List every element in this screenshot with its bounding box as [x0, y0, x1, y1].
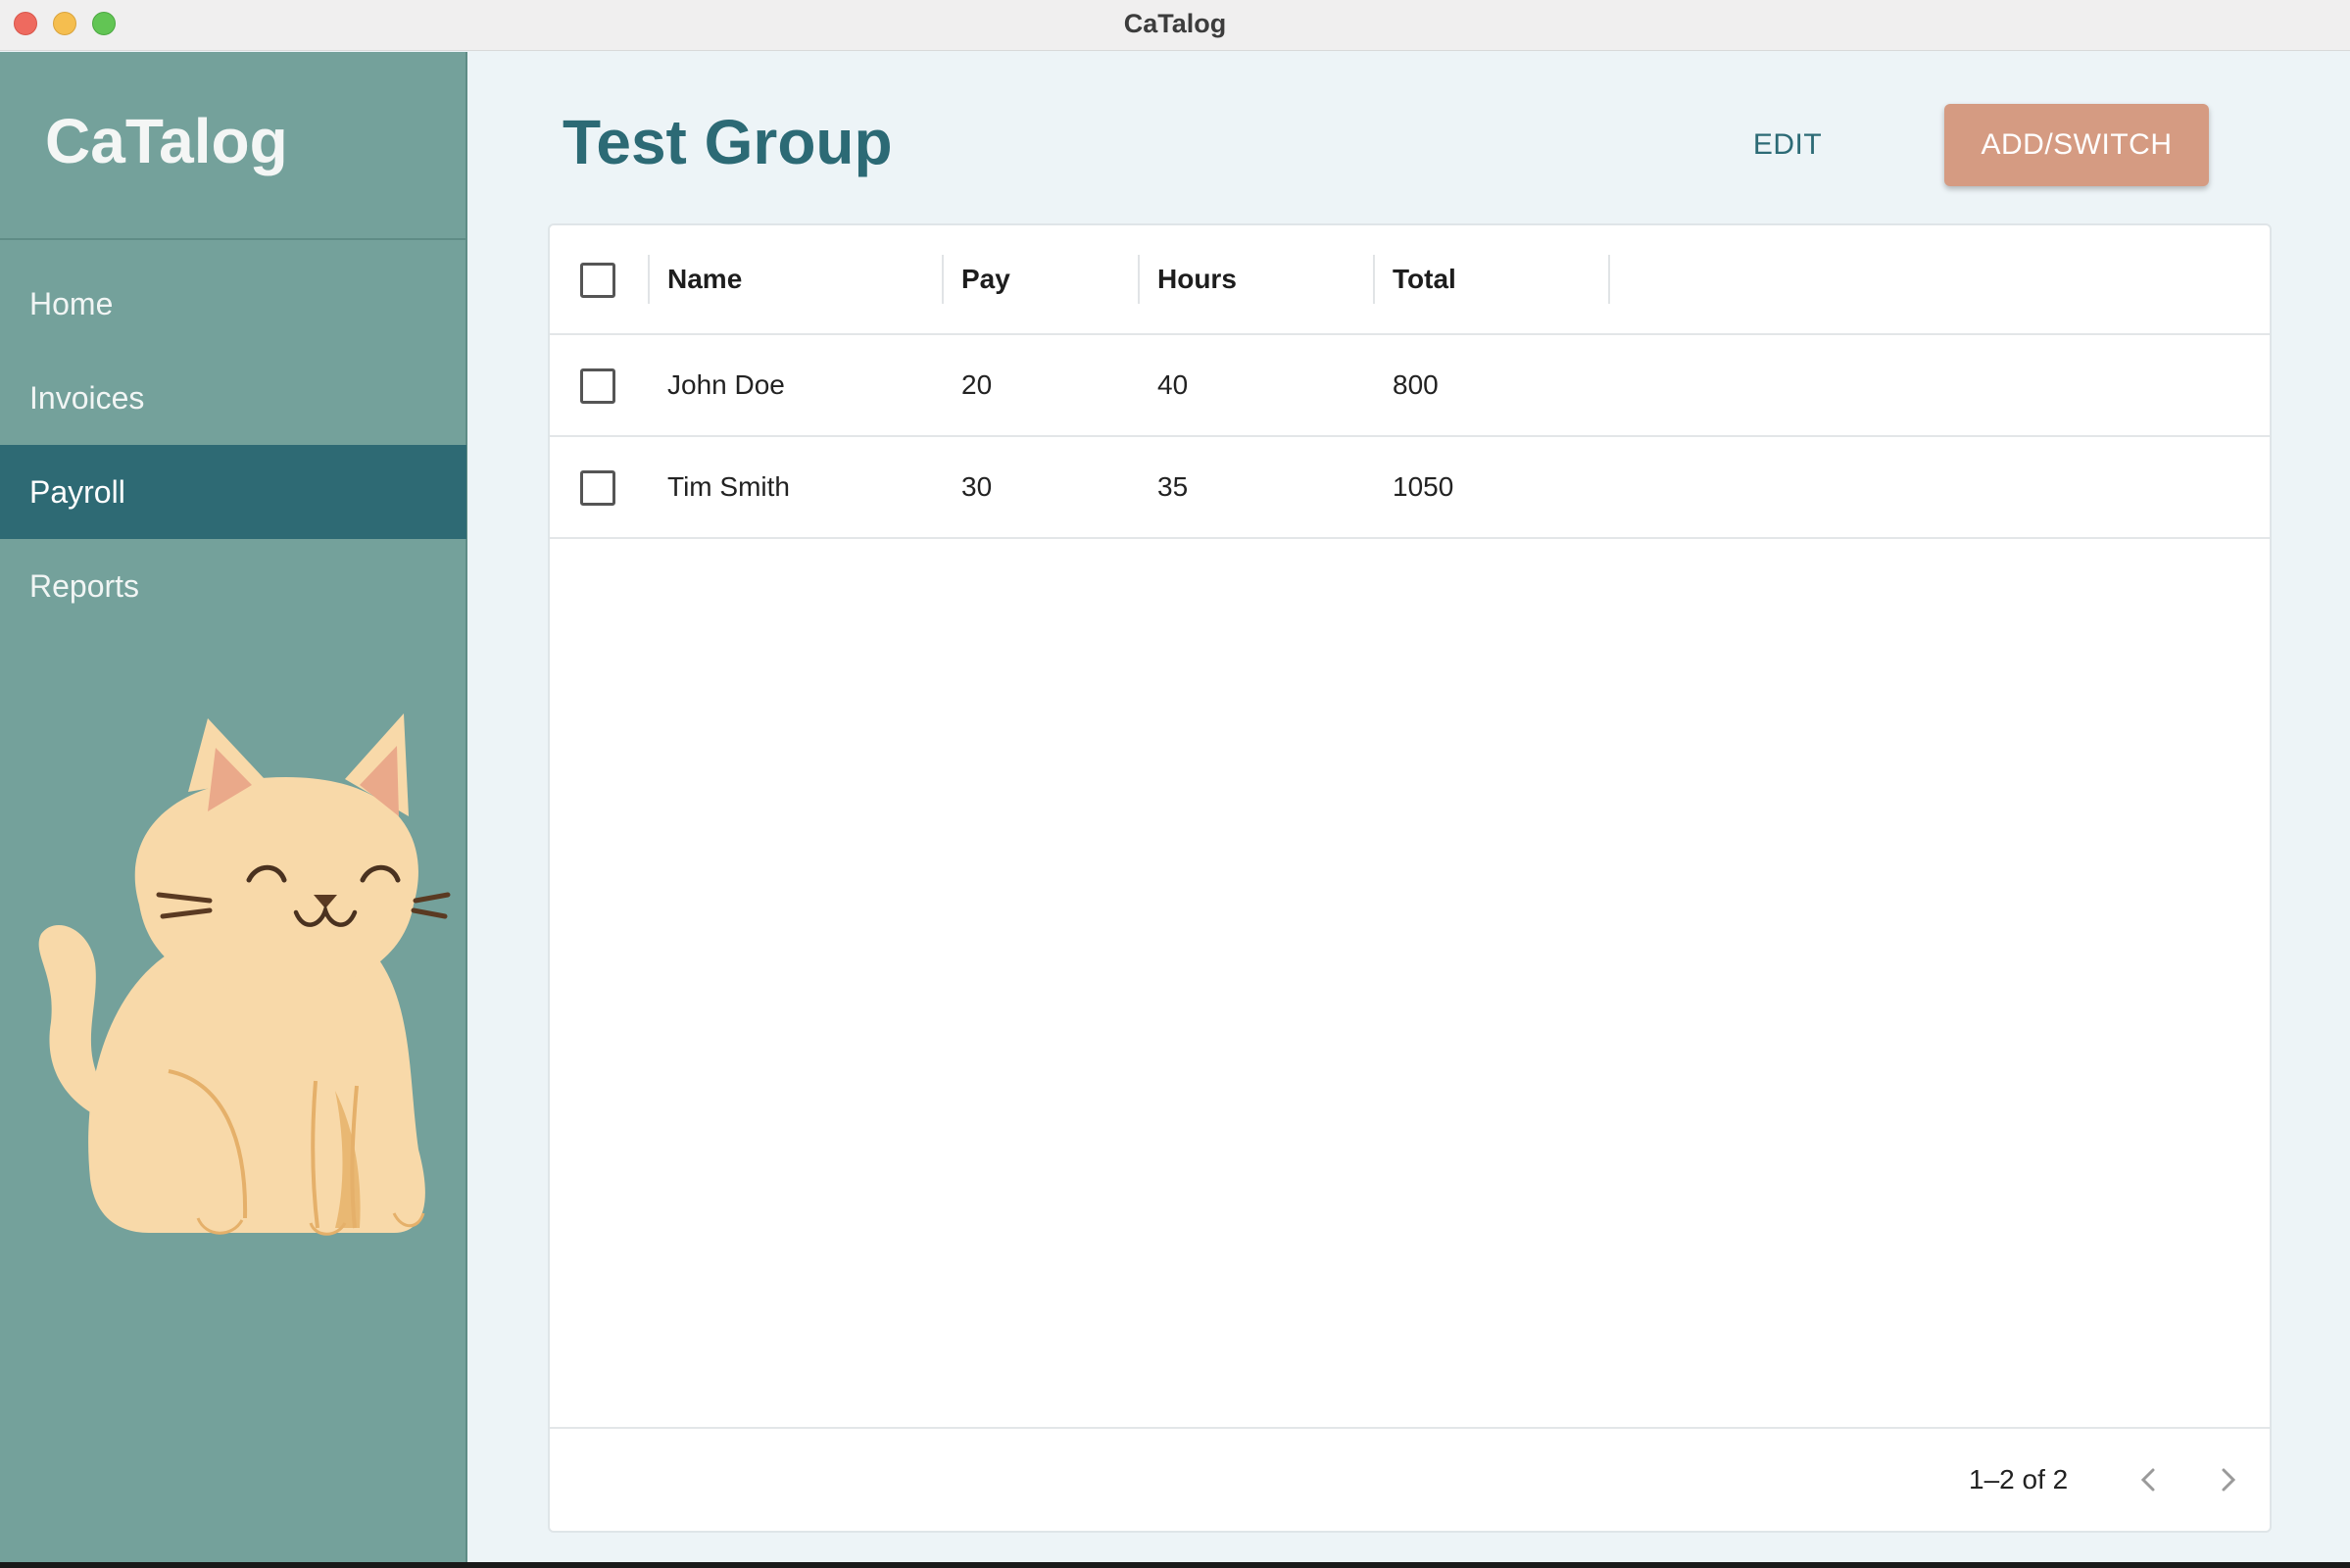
column-header-total[interactable]: Total — [1393, 225, 1456, 333]
select-all-checkbox[interactable] — [580, 263, 615, 298]
page-title: Test Group — [563, 107, 893, 177]
table-footer: 1–2 of 2 — [550, 1427, 2270, 1531]
title-bar: CaTalog — [0, 0, 2350, 51]
add-switch-button[interactable]: ADD/SWITCH — [1944, 104, 2209, 186]
pagination-text: 1–2 of 2 — [1969, 1464, 2069, 1494]
sidebar-divider — [0, 238, 467, 240]
app-window: CaTalog CaTalog Home Invoices Payroll Re… — [0, 0, 2350, 1562]
table-row[interactable]: John Doe 20 40 800 — [550, 335, 2270, 437]
chevron-right-icon[interactable] — [2206, 1458, 2249, 1501]
sidebar-item-home[interactable]: Home — [0, 257, 466, 351]
cell-total: 800 — [1393, 369, 1439, 400]
cell-name: Tim Smith — [667, 471, 790, 502]
sidebar-item-invoices[interactable]: Invoices — [0, 351, 466, 445]
row-checkbox[interactable] — [580, 470, 615, 506]
sidebar-item-payroll[interactable]: Payroll — [0, 445, 466, 539]
cell-total: 1050 — [1393, 471, 1454, 502]
window-title: CaTalog — [1123, 9, 1227, 38]
cell-pay: 20 — [961, 369, 993, 400]
cell-name: John Doe — [667, 369, 785, 400]
column-header-name[interactable]: Name — [667, 225, 742, 333]
table-header-row: Name Pay Hours Total — [550, 225, 2270, 335]
column-separator[interactable] — [1608, 255, 1610, 304]
app-brand: CaTalog — [45, 106, 288, 176]
column-separator[interactable] — [1138, 255, 1140, 304]
column-separator[interactable] — [648, 255, 650, 304]
cell-hours: 40 — [1157, 369, 1189, 400]
column-header-hours[interactable]: Hours — [1157, 225, 1237, 333]
column-separator[interactable] — [1373, 255, 1375, 304]
payroll-table: Name Pay Hours Total John Doe 20 40 800 … — [548, 223, 2272, 1533]
table-row[interactable]: Tim Smith 30 35 1050 — [550, 437, 2270, 539]
cell-hours: 35 — [1157, 471, 1189, 502]
row-checkbox[interactable] — [580, 368, 615, 404]
sitting-cat-icon — [38, 713, 451, 1236]
edit-button[interactable]: EDIT — [1727, 116, 1848, 174]
chevron-left-icon[interactable] — [2128, 1458, 2171, 1501]
column-header-pay[interactable]: Pay — [961, 225, 1010, 333]
sidebar-item-reports[interactable]: Reports — [0, 539, 466, 633]
sidebar: CaTalog Home Invoices Payroll Reports — [0, 52, 467, 1562]
cell-pay: 30 — [961, 471, 993, 502]
column-separator[interactable] — [942, 255, 944, 304]
